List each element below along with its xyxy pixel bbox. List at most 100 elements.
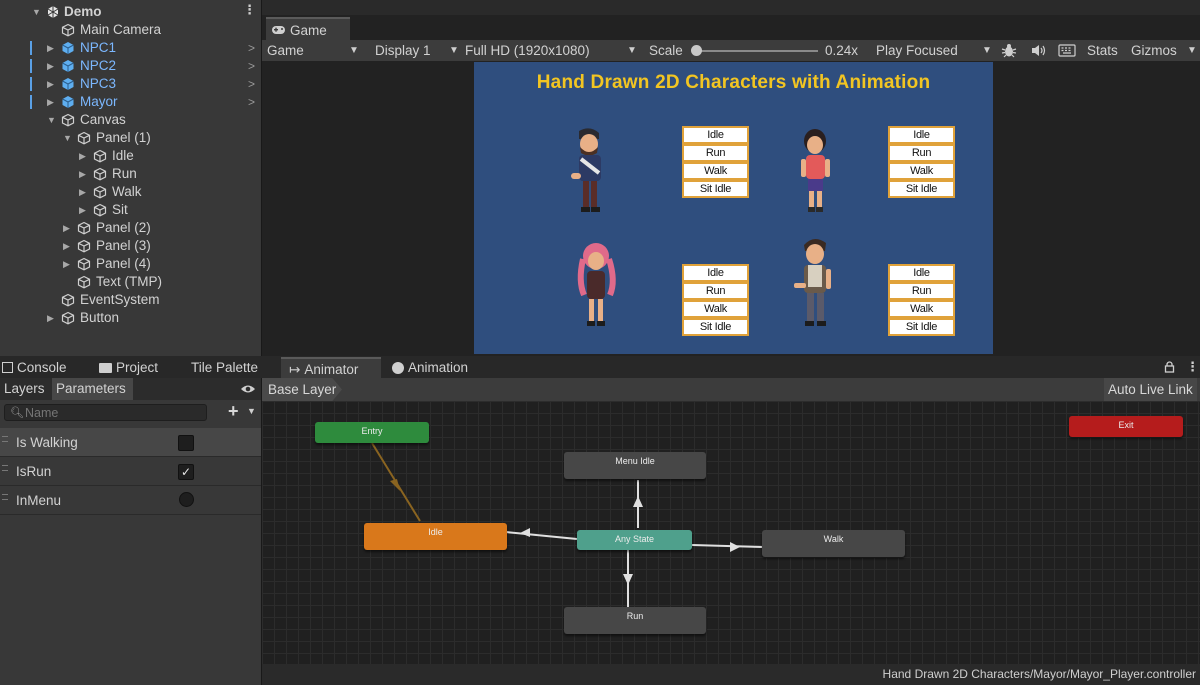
parameter-row-isrun[interactable]: IsRun ✓ bbox=[0, 457, 261, 486]
drag-handle-icon[interactable] bbox=[2, 436, 8, 442]
collapse-arrow-icon[interactable]: ▼ bbox=[32, 3, 41, 21]
tab-animation[interactable]: Animation bbox=[392, 357, 468, 378]
collapse-arrow-icon[interactable]: ▼ bbox=[47, 111, 56, 129]
hierarchy-item-eventsystem[interactable]: EventSystem bbox=[0, 291, 261, 309]
hierarchy-item-run[interactable]: ▶ Run bbox=[0, 165, 261, 183]
dropdown-caret-icon[interactable]: ▼ bbox=[1187, 40, 1197, 61]
expand-arrow-icon[interactable]: ▶ bbox=[47, 309, 54, 327]
hierarchy-item-main-camera[interactable]: Main Camera bbox=[0, 21, 261, 39]
tab-console[interactable]: Console bbox=[2, 357, 67, 378]
expand-arrow-icon[interactable]: ▶ bbox=[79, 183, 86, 201]
hierarchy-item-mayor[interactable]: ▶ Mayor > bbox=[0, 93, 261, 111]
chevron-right-icon[interactable]: > bbox=[248, 93, 255, 111]
idle-button[interactable]: Idle bbox=[888, 126, 955, 144]
expand-arrow-icon[interactable]: ▶ bbox=[47, 39, 54, 57]
drag-handle-icon[interactable] bbox=[2, 494, 8, 500]
resolution-dropdown[interactable]: Full HD (1920x1080) bbox=[465, 40, 590, 61]
auto-live-link-button[interactable]: Auto Live Link bbox=[1104, 378, 1197, 401]
tab-game[interactable]: Game bbox=[266, 17, 350, 41]
state-menu-idle[interactable]: Menu Idle bbox=[564, 452, 706, 479]
sit-idle-button[interactable]: Sit Idle bbox=[682, 180, 749, 198]
hierarchy-item-button[interactable]: ▶ Button bbox=[0, 309, 261, 327]
expand-arrow-icon[interactable]: ▶ bbox=[47, 93, 54, 111]
audio-mute-icon[interactable] bbox=[1031, 44, 1047, 57]
expand-arrow-icon[interactable]: ▶ bbox=[63, 237, 70, 255]
parameter-search[interactable]: 🔍︎ bbox=[4, 404, 207, 421]
chevron-right-icon[interactable]: > bbox=[248, 75, 255, 93]
gizmos-button[interactable]: Gizmos bbox=[1131, 40, 1177, 61]
expand-arrow-icon[interactable]: ▶ bbox=[79, 165, 86, 183]
scale-slider-thumb[interactable] bbox=[691, 45, 702, 56]
state-idle[interactable]: Idle bbox=[364, 523, 507, 550]
dropdown-caret-icon[interactable]: ▼ bbox=[627, 40, 637, 61]
state-any-state[interactable]: Any State bbox=[577, 530, 692, 550]
hierarchy-item-canvas[interactable]: ▼ Canvas bbox=[0, 111, 261, 129]
keyboard-icon[interactable] bbox=[1058, 44, 1076, 57]
view-mode-dropdown[interactable]: Game bbox=[267, 40, 304, 61]
display-dropdown[interactable]: Display 1 bbox=[375, 40, 431, 61]
walk-button[interactable]: Walk bbox=[888, 162, 955, 180]
tab-project[interactable]: Project bbox=[99, 357, 158, 378]
sit-idle-button[interactable]: Sit Idle bbox=[888, 180, 955, 198]
chevron-right-icon[interactable]: > bbox=[248, 57, 255, 75]
hierarchy-item-idle[interactable]: ▶ Idle bbox=[0, 147, 261, 165]
idle-button[interactable]: Idle bbox=[682, 264, 749, 282]
walk-button[interactable]: Walk bbox=[682, 162, 749, 180]
hierarchy-item-panel-1[interactable]: ▼ Panel (1) bbox=[0, 129, 261, 147]
expand-arrow-icon[interactable]: ▶ bbox=[63, 219, 70, 237]
state-entry[interactable]: Entry bbox=[315, 422, 429, 443]
expand-arrow-icon[interactable]: ▶ bbox=[47, 75, 54, 93]
add-parameter-icon[interactable]: + bbox=[228, 401, 239, 422]
state-walk[interactable]: Walk bbox=[762, 530, 905, 557]
dropdown-caret-icon[interactable]: ▼ bbox=[349, 40, 359, 61]
chevron-right-icon[interactable]: > bbox=[248, 39, 255, 57]
lock-icon[interactable] bbox=[1164, 361, 1175, 373]
run-button[interactable]: Run bbox=[888, 282, 955, 300]
inmenu-trigger[interactable] bbox=[179, 492, 194, 507]
walk-button[interactable]: Walk bbox=[888, 300, 955, 318]
collapse-arrow-icon[interactable]: ▼ bbox=[63, 129, 72, 147]
run-button[interactable]: Run bbox=[682, 282, 749, 300]
dropdown-caret-icon[interactable]: ▼ bbox=[449, 40, 459, 61]
hierarchy-item-npc2[interactable]: ▶ NPC2 > bbox=[0, 57, 261, 75]
expand-arrow-icon[interactable]: ▶ bbox=[63, 255, 70, 273]
hierarchy-item-panel-4[interactable]: ▶ Panel (4) bbox=[0, 255, 261, 273]
tab-animator[interactable]: ↦ Animator bbox=[281, 357, 381, 378]
is-walking-checkbox[interactable] bbox=[178, 435, 194, 451]
play-mode-dropdown[interactable]: Play Focused bbox=[876, 40, 958, 61]
parameter-row-inmenu[interactable]: InMenu bbox=[0, 486, 261, 515]
dropdown-caret-icon[interactable]: ▼ bbox=[982, 40, 992, 61]
hierarchy-item-demo[interactable]: ▼ Demo bbox=[0, 3, 261, 21]
expand-arrow-icon[interactable]: ▶ bbox=[79, 201, 86, 219]
hierarchy-item-walk[interactable]: ▶ Walk bbox=[0, 183, 261, 201]
hierarchy-item-npc3[interactable]: ▶ NPC3 > bbox=[0, 75, 261, 93]
scale-slider-track[interactable] bbox=[696, 50, 818, 52]
walk-button[interactable]: Walk bbox=[682, 300, 749, 318]
parameter-row-is-walking[interactable]: Is Walking bbox=[0, 428, 261, 457]
sit-idle-button[interactable]: Sit Idle bbox=[888, 318, 955, 336]
expand-arrow-icon[interactable]: ▶ bbox=[47, 57, 54, 75]
run-button[interactable]: Run bbox=[888, 144, 955, 162]
breadcrumb-base-layer[interactable]: Base Layer bbox=[268, 382, 336, 397]
state-exit[interactable]: Exit bbox=[1069, 416, 1183, 437]
hierarchy-item-panel-3[interactable]: ▶ Panel (3) bbox=[0, 237, 261, 255]
eye-icon[interactable] bbox=[240, 384, 256, 394]
idle-button[interactable]: Idle bbox=[888, 264, 955, 282]
run-button[interactable]: Run bbox=[682, 144, 749, 162]
state-run[interactable]: Run bbox=[564, 607, 706, 634]
tab-tile-palette[interactable]: Tile Palette bbox=[191, 357, 258, 378]
drag-handle-icon[interactable] bbox=[2, 465, 8, 471]
hierarchy-item-text-tmp[interactable]: Text (TMP) bbox=[0, 273, 261, 291]
hierarchy-item-panel-2[interactable]: ▶ Panel (2) bbox=[0, 219, 261, 237]
tab-layers[interactable]: Layers bbox=[2, 378, 47, 400]
hierarchy-item-sit[interactable]: ▶ Sit bbox=[0, 201, 261, 219]
hierarchy-item-npc1[interactable]: ▶ NPC1 > bbox=[0, 39, 261, 57]
bug-icon[interactable] bbox=[1001, 43, 1017, 58]
expand-arrow-icon[interactable]: ▶ bbox=[79, 147, 86, 165]
isrun-checkbox[interactable]: ✓ bbox=[178, 464, 194, 480]
sit-idle-button[interactable]: Sit Idle bbox=[682, 318, 749, 336]
panel-menu-icon[interactable]: ⋮ bbox=[1186, 359, 1199, 375]
idle-button[interactable]: Idle bbox=[682, 126, 749, 144]
dropdown-caret-icon[interactable]: ▼ bbox=[247, 406, 256, 416]
stats-button[interactable]: Stats bbox=[1087, 40, 1118, 61]
